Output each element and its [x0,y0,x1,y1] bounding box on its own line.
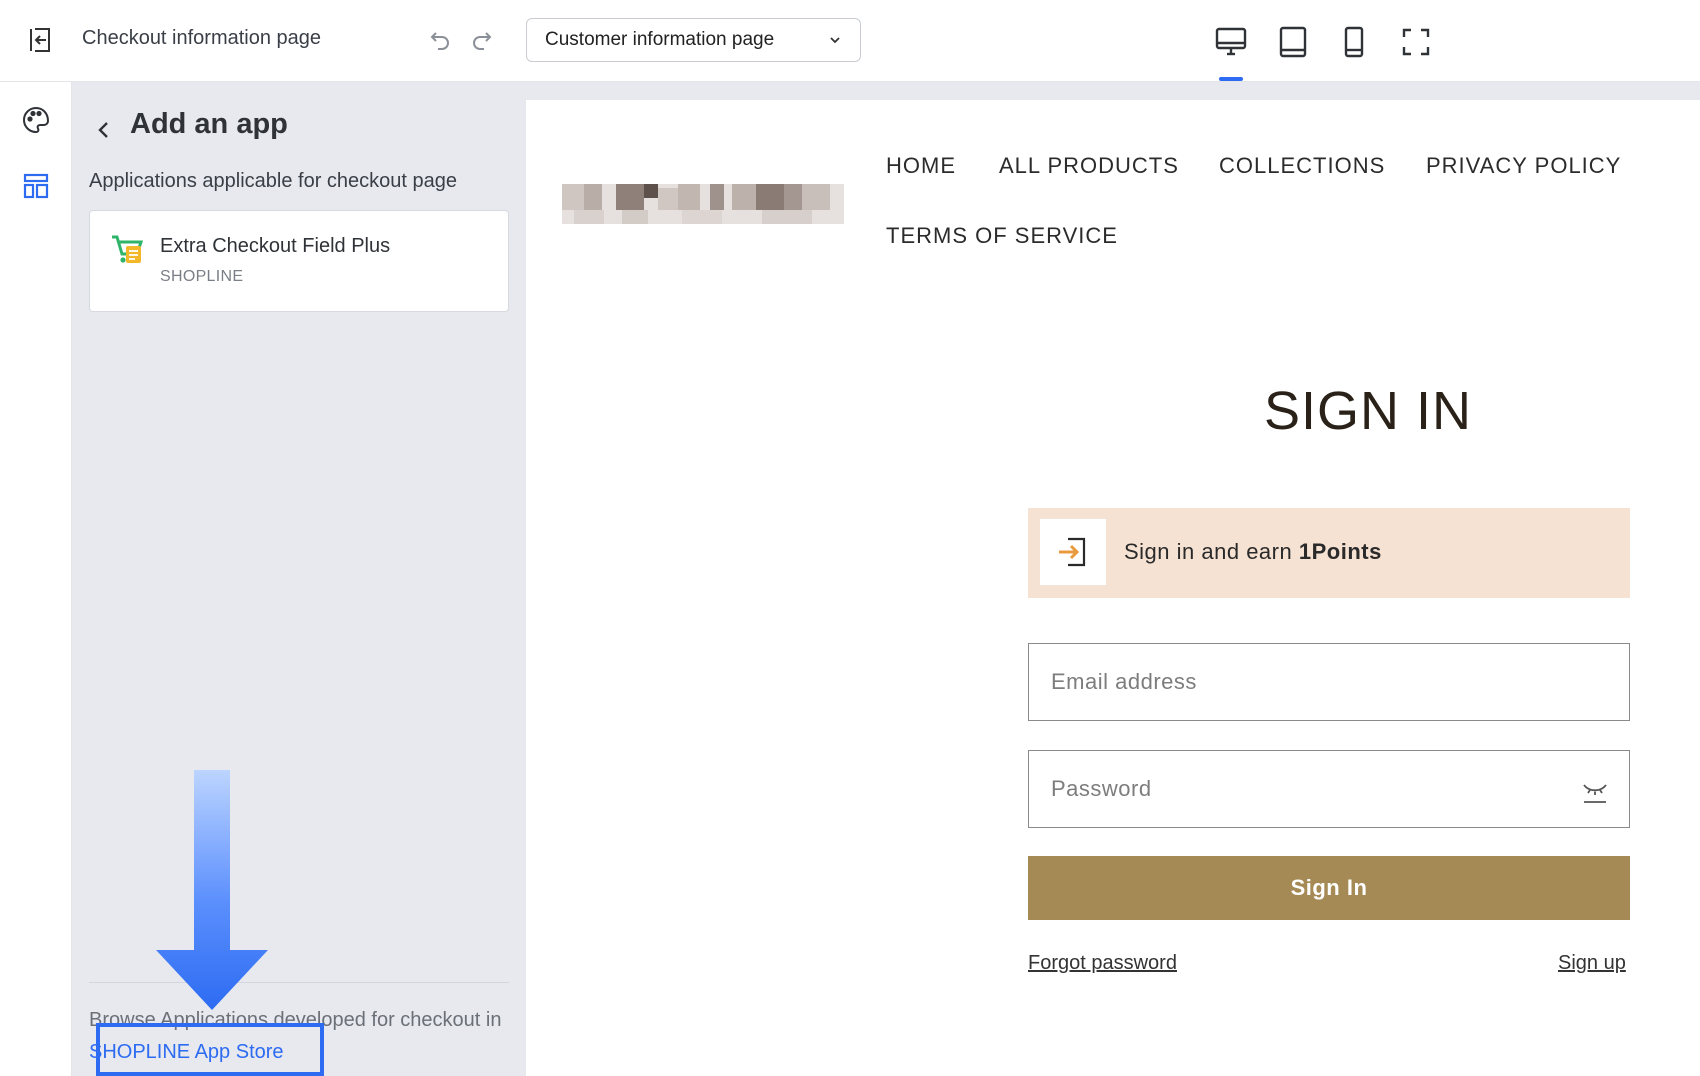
eye-closed-icon[interactable] [1579,775,1611,807]
tutorial-arrow-icon [156,770,268,1010]
login-icon [1059,537,1086,567]
panel-subtitle: Applications applicable for checkout pag… [89,170,458,192]
nav-collections[interactable]: COLLECTIONS [1219,153,1385,179]
sections-button[interactable] [18,168,54,204]
desktop-icon [1215,27,1247,56]
app-vendor: SHOPLINE [160,268,244,285]
nav-terms-of-service[interactable]: TERMS OF SERVICE [886,223,1118,249]
divider [89,982,509,983]
exit-editor-button[interactable] [22,22,58,58]
store-logo [562,184,844,224]
nav-home[interactable]: HOME [886,153,956,179]
redo-button[interactable] [466,24,498,56]
points-banner: Sign in and earn 1Points [1028,508,1630,598]
forgot-password-link[interactable]: Forgot password [1028,952,1177,975]
store-preview: HOME ALL PRODUCTS COLLECTIONS PRIVACY PO… [526,100,1700,1076]
chevron-left-icon [98,122,108,138]
cart-icon [112,235,144,263]
back-button[interactable] [92,112,116,148]
nav-privacy-policy[interactable]: PRIVACY POLICY [1426,153,1621,179]
signin-heading: SIGN IN [1263,381,1473,441]
desktop-view-button[interactable] [1209,20,1253,64]
app-name: Extra Checkout Field Plus [160,235,391,257]
tablet-icon [1279,26,1307,58]
mobile-icon [1344,26,1364,58]
theme-settings-button[interactable] [18,102,54,138]
redo-icon [473,32,492,50]
points-icon-box [1040,519,1106,585]
sign-up-link[interactable]: Sign up [1558,952,1626,975]
undo-icon [430,32,449,50]
tutorial-highlight [96,1023,324,1076]
layout-icon [23,173,49,199]
app-card[interactable]: Extra Checkout Field Plus SHOPLINE [89,210,509,312]
nav-all-products[interactable]: ALL PRODUCTS [999,153,1179,179]
exit-icon [30,28,50,52]
email-input[interactable] [1029,644,1629,720]
panel-title: Add an app [130,108,288,140]
points-text-label: Sign in and earn [1124,539,1293,564]
email-field[interactable] [1028,643,1630,721]
left-rail [0,82,72,1076]
password-field[interactable] [1028,750,1630,828]
page-type-select[interactable]: Customer information page [526,18,861,62]
fullscreen-icon [1402,28,1430,56]
active-device-indicator [1219,77,1243,81]
sign-in-button[interactable]: Sign In [1028,856,1630,920]
top-bar: Checkout information page Customer infor… [0,0,1700,82]
undo-button[interactable] [424,24,456,56]
points-value: 1Points [1298,539,1382,564]
tablet-view-button[interactable] [1271,20,1315,64]
page-title: Checkout information page [82,27,322,49]
add-app-panel: Add an app Applications applicable for c… [72,82,526,1076]
page-type-select-value: Customer information page [545,29,775,50]
mobile-view-button[interactable] [1332,20,1376,64]
palette-icon [23,106,50,134]
chevron-down-icon [830,37,840,44]
fullscreen-button[interactable] [1394,20,1438,64]
points-text: Sign in and earn 1Points [1124,539,1382,565]
password-input[interactable] [1029,751,1629,827]
